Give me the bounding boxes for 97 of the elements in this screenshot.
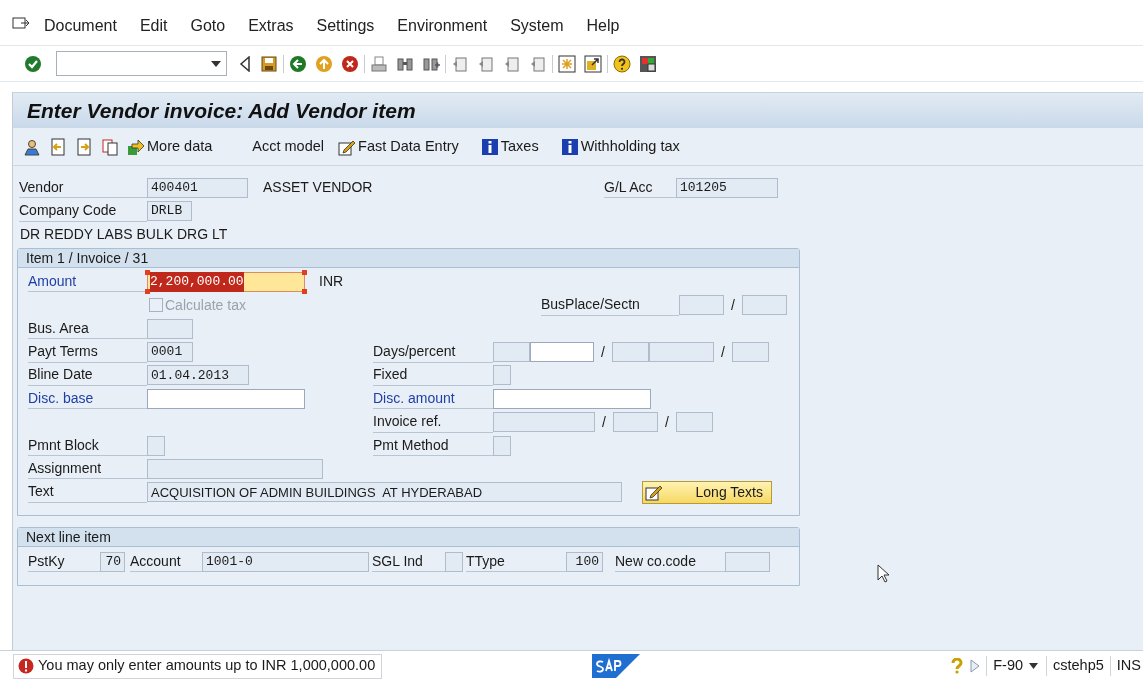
input-field[interactable]: 01.04.2013	[147, 365, 249, 386]
input-field[interactable]: 100	[566, 551, 603, 572]
cancel-icon[interactable]	[341, 54, 359, 73]
input-field[interactable]	[147, 388, 305, 409]
input-mode: INS	[1116, 656, 1141, 676]
long-texts-button[interactable]: Long Texts	[642, 480, 772, 504]
page-icon[interactable]	[477, 54, 495, 73]
customize-layout-icon[interactable]	[639, 54, 657, 73]
menu-item[interactable]: Edit	[139, 14, 168, 38]
amount-value: 2,200,000.00	[150, 272, 244, 292]
logo	[592, 654, 641, 678]
menu-item[interactable]: Extras	[248, 14, 294, 38]
triangle-left-icon[interactable]	[239, 55, 251, 72]
toolbar-button[interactable]: Taxes	[480, 135, 539, 158]
page-icon[interactable]	[451, 54, 469, 73]
new-window-icon[interactable]	[558, 54, 576, 73]
input-field[interactable]	[741, 295, 787, 316]
back-icon[interactable]	[289, 54, 307, 73]
page-icon[interactable]	[503, 54, 521, 73]
help-icon[interactable]	[613, 54, 631, 73]
toolbar-button[interactable]: Fast Data Entry	[338, 135, 459, 158]
selection-handle	[302, 269, 307, 275]
separator-slash: /	[731, 295, 735, 315]
mouse-cursor-icon	[877, 564, 890, 583]
input-field[interactable]: 0001	[147, 342, 193, 363]
toolbar-icon-button[interactable]	[75, 137, 93, 156]
input-field[interactable]	[147, 459, 323, 479]
exit-icon[interactable]	[315, 54, 333, 73]
input-field[interactable]	[493, 342, 530, 363]
selection-handle	[145, 269, 150, 275]
input-field[interactable]	[147, 318, 193, 339]
separator-slash: /	[664, 412, 669, 432]
toolbar-button[interactable]: Acct model	[252, 135, 325, 158]
title-bar: Enter Vendor invoice: Add Vendor item	[13, 92, 1143, 128]
print-icon[interactable]	[370, 54, 388, 73]
group-title: Next line item	[18, 528, 799, 548]
status-message: You may only enter amounts up to INR 1,000,000.00	[13, 653, 383, 679]
input-field[interactable]	[493, 365, 511, 386]
toolbar-icon-button[interactable]	[101, 137, 119, 156]
currency-text: INR	[319, 272, 344, 292]
menu-item[interactable]: Environment	[397, 14, 488, 38]
caret-icon	[1029, 663, 1039, 669]
error-icon	[18, 658, 34, 674]
shortcut-icon[interactable]	[584, 54, 602, 73]
menu-item[interactable]: Goto	[190, 14, 226, 38]
pencil-document-icon	[645, 483, 663, 502]
input-field[interactable]	[648, 342, 714, 363]
amount-input-field[interactable]: 2,200,000.00	[147, 271, 305, 292]
copy-icon	[101, 137, 119, 156]
transaction-dropdown[interactable]: F-90	[993, 655, 1039, 677]
menu-item[interactable]: Document	[44, 14, 117, 38]
input-field[interactable]: 400401	[147, 177, 248, 198]
command-field[interactable]	[56, 51, 227, 76]
separator-slash: /	[720, 342, 725, 362]
info-icon	[480, 137, 499, 156]
info-icon	[560, 137, 579, 156]
checkbox-label: Calculate tax	[165, 295, 246, 315]
input-field[interactable]	[493, 412, 595, 433]
selection-handle	[302, 288, 307, 294]
toolbar-icon-button[interactable]	[49, 137, 67, 156]
group-title: Item 1 / Invoice / 31	[18, 249, 799, 269]
toolbar-button[interactable]: More data	[127, 135, 213, 158]
input-field[interactable]	[612, 412, 658, 433]
menu-icon[interactable]	[12, 16, 30, 32]
caret-icon	[211, 60, 221, 67]
separator-slash: /	[602, 412, 606, 432]
input-field[interactable]	[445, 551, 463, 572]
input-field[interactable]	[493, 435, 511, 456]
menu-item[interactable]: Help	[586, 14, 620, 38]
company-name: DR REDDY LABS BULK DRG LT	[20, 224, 228, 244]
input-field[interactable]	[493, 388, 651, 409]
save-icon[interactable]	[260, 54, 278, 73]
separator-slash: /	[601, 342, 605, 362]
check-icon[interactable]	[24, 54, 42, 73]
menu-item[interactable]: Settings	[316, 14, 375, 38]
input-field[interactable]	[679, 295, 724, 316]
input-field[interactable]	[725, 551, 770, 572]
page-icon[interactable]	[529, 54, 547, 73]
input-field[interactable]: 1001-0	[202, 551, 369, 572]
selection-handle	[145, 288, 150, 294]
input-field[interactable]: DRLB	[147, 201, 192, 222]
system-name: cstehp5	[1053, 656, 1104, 676]
input-field[interactable]	[675, 412, 713, 433]
input-field[interactable]: ACQUISITION OF ADMIN BUILDINGS AT HYDERABAD	[147, 482, 622, 503]
toolbar-icon-button[interactable]	[23, 137, 41, 156]
input-field[interactable]: 101205	[676, 177, 778, 198]
arrow-right-icon	[127, 137, 145, 156]
triangle-right-icon[interactable]	[970, 659, 981, 673]
input-field[interactable]: 70	[100, 551, 125, 572]
input-field[interactable]	[147, 435, 165, 456]
input-field[interactable]	[530, 342, 594, 363]
vendor-name: ASSET VENDOR	[263, 178, 373, 198]
input-field[interactable]	[611, 342, 649, 363]
person-icon	[23, 137, 41, 156]
input-field[interactable]	[731, 342, 769, 363]
menu-item[interactable]: System	[510, 14, 564, 38]
toolbar-button[interactable]: Withholding tax	[560, 135, 680, 158]
